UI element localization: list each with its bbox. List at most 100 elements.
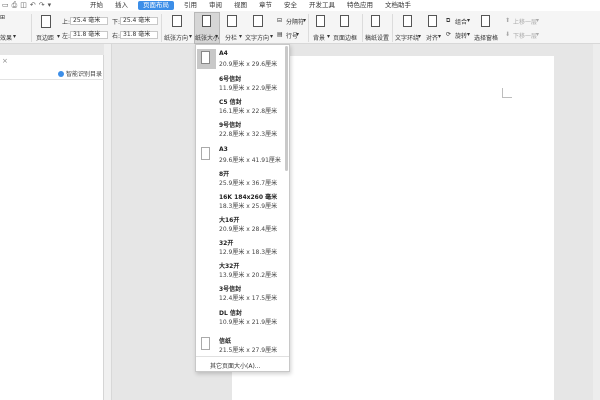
divider [161,14,162,42]
align-button[interactable]: 对齐 [426,33,438,42]
menu-tab[interactable]: 引用 [178,0,203,11]
menu-tab[interactable]: 视图 [228,0,253,11]
margin-icon[interactable] [41,15,51,28]
more-icon[interactable]: ▾ [48,0,52,11]
menu-tab[interactable]: 文档助手 [379,0,417,11]
orientation-icon[interactable] [172,15,182,27]
redo-icon[interactable]: ↷ [39,0,45,11]
paper-size-item[interactable]: 16K 184x260 毫米 18.3厘米 x 25.9厘米 [196,190,282,212]
text-direction-icon[interactable] [253,15,263,27]
paper-size-name: DL 信封 [219,310,242,317]
menu-bar: ▭ ⎙ ◫ ↶ ↷ ▾ 开始 插入 页面布局 引用 审阅 视图 章节 安全 开发工具 特色应用 文档… [0,0,600,11]
paper-size-name: 3号信封 [219,286,242,293]
menu-tab[interactable]: 审阅 [203,0,228,11]
menu-tab[interactable]: 开始 [84,0,109,11]
chevron-down-icon: ▾ [57,33,61,40]
menu-tab[interactable]: 章节 [253,0,278,11]
group-icon[interactable]: ⧉ [446,17,450,25]
chevron-down-icon: ▾ [467,31,471,38]
smart-toc-button[interactable]: 智能识别目录 [58,69,102,78]
paper-size-icon[interactable] [202,15,211,27]
save-icon[interactable]: ▭ [2,0,9,11]
paper-size-name: 信纸 [219,338,232,345]
effect-button[interactable]: 效果 [0,33,12,42]
line-numbers-icon[interactable]: ▤ [277,31,283,38]
selection-pane-button[interactable]: 选择窗格 [474,33,498,42]
page-thumbnail-icon [201,147,210,160]
menu-tab[interactable]: 页面布局 [138,1,174,10]
paper-size-item[interactable]: 大16开 20.9厘米 x 28.4厘米 [196,213,282,235]
menu-tab[interactable]: 开发工具 [303,0,341,11]
group-button[interactable]: 组合 [455,17,467,26]
paper-size-item[interactable]: 32开 12.9厘米 x 18.3厘米 [196,236,282,258]
preview-icon[interactable]: ◫ [20,0,27,11]
bring-forward-button[interactable]: 上移一层 [513,17,537,26]
paper-size-item[interactable]: 3号信封 12.4厘米 x 17.5厘米 [196,282,282,304]
orientation-button[interactable]: 纸张方向 [164,33,188,42]
vertical-scrollbar[interactable] [593,44,600,400]
paper-size-item[interactable]: DL 信封 10.9厘米 x 21.9厘米 [196,306,282,328]
paper-size-item[interactable]: 9号信封 22.8厘米 x 32.3厘米 [196,118,282,140]
smart-toc-icon [58,70,64,77]
divider [362,14,363,42]
chevron-down-icon: ▾ [536,17,540,24]
paper-size-dimensions: 13.9厘米 x 20.2厘米 [219,272,278,279]
paper-size-dimensions: 25.9厘米 x 36.7厘米 [219,180,278,187]
bottom-margin-label: 下: [112,19,121,26]
text-direction-button[interactable]: 文字方向 [245,33,269,42]
page-border-icon[interactable] [340,15,349,27]
close-icon[interactable]: × [2,57,8,65]
breaks-icon[interactable]: ⊟ [277,17,282,24]
right-margin-input[interactable]: 31.8 毫米 [120,31,158,39]
undo-icon[interactable]: ↶ [30,0,36,11]
chevron-down-icon: ▾ [438,33,442,40]
rotate-button[interactable]: 旋转 [455,31,467,40]
background-button[interactable]: 背景 [313,33,325,42]
top-margin-input[interactable]: 25.4 毫米 [70,17,108,25]
rotate-icon[interactable]: ⟳ [446,31,451,38]
print-icon[interactable]: ⎙ [12,0,18,11]
text-wrap-button[interactable]: 文字环绕 [395,33,419,42]
draft-setup-button[interactable]: 稿纸设置 [365,33,389,42]
text-wrap-icon[interactable] [403,15,412,27]
send-backward-icon[interactable]: ⬇ [505,31,510,38]
paper-size-name: C5 信封 [219,99,242,106]
draft-setup-icon[interactable] [371,15,380,27]
columns-icon[interactable] [227,15,237,27]
navigation-gutter [104,44,112,400]
bring-forward-icon[interactable]: ⬆ [505,17,510,24]
selection-pane-icon[interactable] [481,15,490,27]
smart-toc-label: 智能识别目录 [66,71,103,78]
paper-size-item[interactable]: C5 信封 16.1厘米 x 22.8厘米 [196,95,282,117]
paper-size-name: 8开 [219,171,230,178]
menu-tab[interactable]: 安全 [278,0,303,11]
columns-button[interactable]: 分栏 [225,33,237,42]
left-margin-input[interactable]: 31.8 毫米 [70,31,108,39]
chevron-down-icon: ▾ [418,33,422,40]
paper-size-name: 6号信封 [219,76,242,83]
paper-size-item[interactable]: 6号信封 11.9厘米 x 22.9厘米 [196,72,282,94]
send-backward-button[interactable]: 下移一层 [513,31,537,40]
background-icon[interactable] [316,15,325,27]
page-border-button[interactable]: 页面边框 [333,33,357,42]
paper-size-item[interactable]: A4 20.9厘米 x 29.6厘米 [196,48,282,70]
align-icon[interactable] [428,15,437,27]
paper-size-name: A3 [219,146,228,153]
menu-tab[interactable]: 插入 [109,0,134,11]
paper-size-dimensions: 16.1厘米 x 22.8厘米 [219,108,278,115]
menu-tab[interactable]: 特色应用 [341,0,379,11]
paper-size-dimensions: 20.9厘米 x 29.6厘米 [219,61,278,68]
paper-size-dimensions: 20.9厘米 x 28.4厘米 [219,226,278,233]
chevron-down-icon: ▾ [189,33,193,40]
paper-size-item[interactable]: 大32开 13.9厘米 x 20.2厘米 [196,259,282,281]
theme-icon[interactable]: ⊞ [0,14,5,21]
dropdown-scrollbar-thumb[interactable] [285,46,288,171]
more-paper-sizes-item[interactable]: 其它页面大小(A)... [196,356,289,371]
paper-size-dimensions: 12.4厘米 x 17.5厘米 [219,295,278,302]
paper-size-item[interactable]: A3 29.6厘米 x 41.91厘米 [196,144,282,166]
paper-size-item[interactable]: 8开 25.9厘米 x 36.7厘米 [196,167,282,189]
bottom-margin-input[interactable]: 25.4 毫米 [120,17,158,25]
breaks-button[interactable]: 分隔符 [286,17,304,26]
paper-size-item[interactable]: 信纸 21.5厘米 x 27.9厘米 [196,334,282,356]
margin-button[interactable]: 页边距 [36,33,54,42]
